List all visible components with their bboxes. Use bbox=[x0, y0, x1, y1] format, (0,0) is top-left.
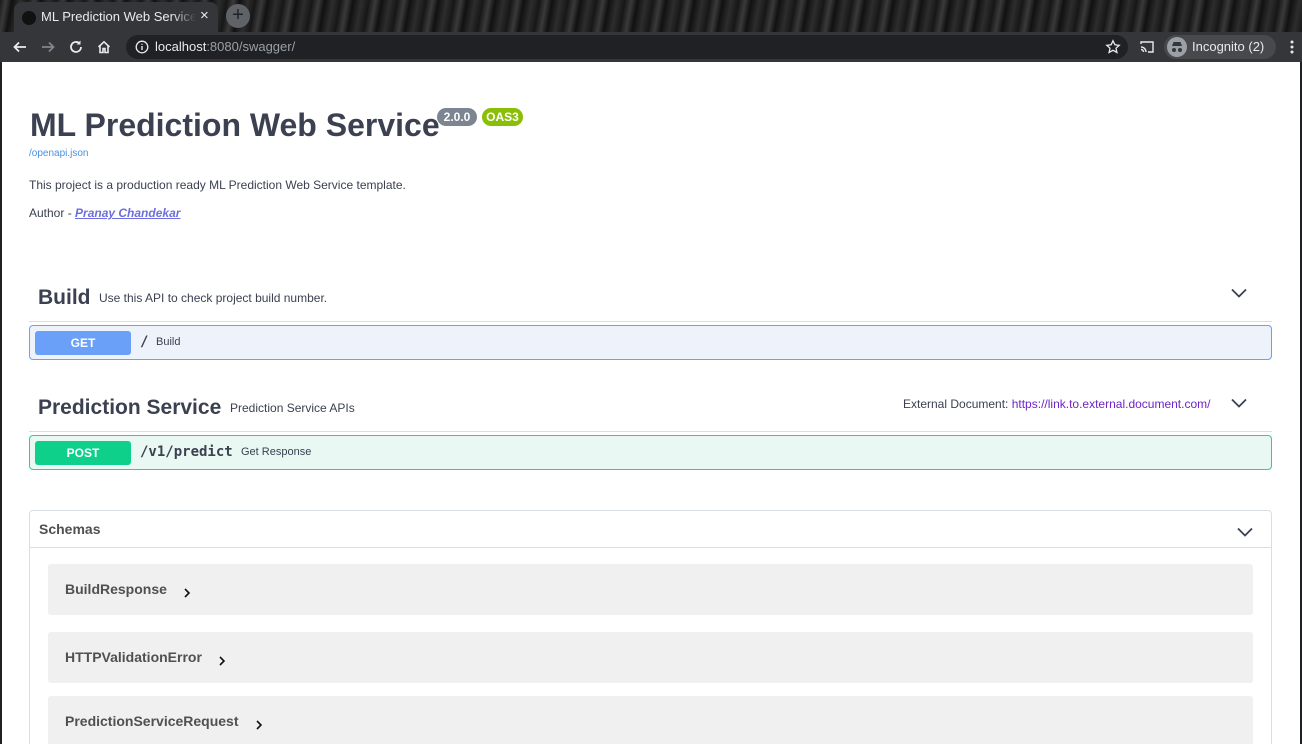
swagger-page: ML Prediction Web Service 2.0.0 OAS3 /op… bbox=[2, 62, 1300, 744]
author-link[interactable]: Pranay Chandekar bbox=[75, 206, 180, 220]
schema-item[interactable]: PredictionServiceRequest bbox=[48, 696, 1253, 744]
menu-kebab-icon[interactable] bbox=[1284, 37, 1300, 57]
chevron-right-icon[interactable] bbox=[256, 717, 263, 735]
method-badge: GET bbox=[35, 331, 131, 355]
author-line: Author - Pranay Chandekar bbox=[29, 206, 181, 220]
incognito-profile-button[interactable]: Incognito (2) bbox=[1164, 35, 1276, 59]
info-icon[interactable] bbox=[135, 40, 149, 59]
tag-name: Prediction Service bbox=[38, 396, 222, 419]
incognito-icon bbox=[1167, 37, 1187, 62]
reload-icon[interactable] bbox=[66, 37, 86, 57]
chevron-down-icon[interactable] bbox=[1237, 524, 1253, 542]
schema-name: PredictionServiceRequest bbox=[65, 713, 239, 729]
tag-build-header[interactable]: Build Use this API to check project buil… bbox=[29, 269, 1272, 322]
external-document: External Document: https://link.to.exter… bbox=[903, 397, 1211, 411]
back-icon[interactable] bbox=[10, 37, 30, 57]
operation-get-build[interactable]: GET / Build bbox=[29, 325, 1272, 360]
schema-item[interactable]: HTTPValidationError bbox=[48, 632, 1253, 683]
favicon-icon bbox=[22, 11, 36, 25]
chevron-down-icon[interactable] bbox=[1231, 285, 1247, 303]
schema-name: BuildResponse bbox=[65, 581, 167, 597]
chevron-right-icon[interactable] bbox=[219, 653, 226, 671]
browser-toolbar: localhost:8080/swagger/ Incognito (2) bbox=[0, 32, 1302, 62]
schemas-header[interactable]: Schemas bbox=[30, 511, 1271, 548]
operation-summary: Build bbox=[156, 336, 181, 348]
bookmark-star-icon[interactable] bbox=[1105, 39, 1121, 60]
schema-item[interactable]: BuildResponse bbox=[48, 564, 1253, 615]
api-description: This project is a production ready ML Pr… bbox=[29, 178, 406, 192]
schema-name: HTTPValidationError bbox=[65, 649, 202, 665]
oas-badge: OAS3 bbox=[482, 108, 523, 126]
operation-summary: Get Response bbox=[241, 446, 312, 458]
url-text: localhost:8080/swagger/ bbox=[155, 39, 296, 54]
method-badge: POST bbox=[35, 441, 131, 465]
operation-path: / bbox=[140, 334, 149, 350]
cast-icon[interactable] bbox=[1137, 37, 1157, 57]
schemas-section: Schemas BuildResponse HTTPValidationErro… bbox=[29, 510, 1272, 744]
operation-post-predict[interactable]: POST /v1/predict Get Response bbox=[29, 435, 1272, 470]
operation-path: /v1/predict bbox=[140, 444, 233, 460]
home-icon[interactable] bbox=[94, 37, 114, 57]
profile-label: Incognito (2) bbox=[1192, 39, 1265, 54]
tag-description: Prediction Service APIs bbox=[230, 401, 355, 415]
close-icon[interactable]: × bbox=[200, 8, 209, 24]
tag-description: Use this API to check project build numb… bbox=[99, 291, 328, 305]
browser-tab[interactable]: ML Prediction Web Service × bbox=[14, 2, 218, 32]
tag-name: Build bbox=[38, 286, 91, 309]
openapi-spec-link[interactable]: /openapi.json bbox=[29, 148, 89, 159]
forward-icon[interactable] bbox=[38, 37, 58, 57]
chevron-down-icon[interactable] bbox=[1231, 395, 1247, 413]
page-title: ML Prediction Web Service bbox=[30, 107, 440, 143]
schemas-title: Schemas bbox=[39, 521, 101, 537]
tab-title: ML Prediction Web Service bbox=[41, 9, 196, 24]
version-badge: 2.0.0 bbox=[437, 108, 477, 126]
new-tab-button[interactable]: + bbox=[226, 4, 250, 28]
address-bar[interactable]: localhost:8080/swagger/ bbox=[126, 35, 1128, 59]
chevron-right-icon[interactable] bbox=[184, 585, 191, 603]
external-document-link[interactable]: https://link.to.external.document.com/ bbox=[1012, 397, 1211, 411]
tab-strip: ML Prediction Web Service × + bbox=[0, 0, 1302, 32]
